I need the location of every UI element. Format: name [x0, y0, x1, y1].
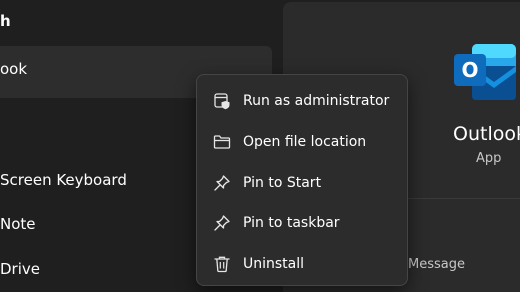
list-item-drive[interactable]: Drive [0, 251, 40, 287]
context-menu: Run as administrator Open file location … [196, 74, 408, 286]
start-search-window: h ook Screen Keyboard Note Drive O Outlo… [0, 0, 520, 292]
pin-icon [213, 214, 231, 232]
menu-item-run-as-administrator[interactable]: Run as administrator [201, 82, 403, 120]
list-item-note[interactable]: Note [0, 206, 36, 242]
detail-action-message[interactable]: Message [408, 257, 465, 272]
menu-item-pin-to-taskbar[interactable]: Pin to taskbar [201, 204, 403, 242]
menu-item-uninstall[interactable]: Uninstall [201, 245, 403, 283]
menu-item-pin-to-start[interactable]: Pin to Start [201, 164, 403, 202]
trash-icon [213, 255, 231, 273]
pin-icon [213, 174, 231, 192]
app-title: Outlook [453, 123, 520, 145]
logo-letter: O [461, 58, 478, 82]
menu-item-open-file-location[interactable]: Open file location [201, 123, 403, 161]
folder-icon [213, 133, 231, 151]
menu-label-pin-to-taskbar: Pin to taskbar [243, 215, 340, 231]
app-type-label: App [476, 151, 502, 166]
menu-label-pin-to-start: Pin to Start [243, 175, 322, 191]
menu-label-run-as-administrator: Run as administrator [243, 93, 390, 109]
best-match-label: ook [0, 60, 28, 78]
results-header: h [0, 12, 11, 30]
outlook-logo-icon: O [452, 40, 520, 102]
list-item-screen-keyboard[interactable]: Screen Keyboard [0, 162, 127, 198]
menu-label-uninstall: Uninstall [243, 256, 305, 272]
menu-label-open-file-location: Open file location [243, 134, 367, 150]
shield-app-icon [213, 92, 231, 110]
